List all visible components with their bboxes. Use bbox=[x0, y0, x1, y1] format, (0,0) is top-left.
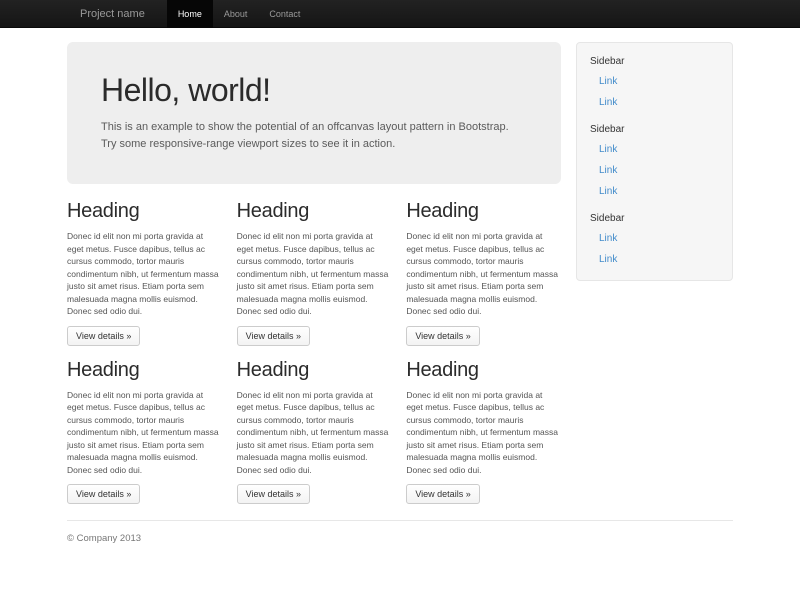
page-title: Hello, world! bbox=[101, 72, 527, 108]
copyright-text: © Company 2013 bbox=[67, 533, 733, 544]
content-card: Heading Donec id elit non mi porta gravi… bbox=[67, 358, 222, 505]
card-heading: Heading bbox=[406, 358, 561, 383]
content-card: Heading Donec id elit non mi porta gravi… bbox=[67, 199, 222, 346]
main-column: Hello, world! This is an example to show… bbox=[67, 42, 561, 504]
content-card: Heading Donec id elit non mi porta gravi… bbox=[237, 358, 392, 505]
sidebar-link[interactable]: Link bbox=[590, 71, 719, 92]
view-details-button[interactable]: View details » bbox=[237, 484, 310, 504]
sidebar-link[interactable]: Link bbox=[590, 249, 719, 270]
view-details-button[interactable]: View details » bbox=[406, 484, 479, 504]
sidebar-link[interactable]: Link bbox=[590, 139, 719, 160]
cards-grid: Heading Donec id elit non mi porta gravi… bbox=[67, 199, 561, 504]
card-body-text: Donec id elit non mi porta gravida at eg… bbox=[67, 389, 222, 477]
page-container: Hello, world! This is an example to show… bbox=[67, 42, 733, 564]
card-heading: Heading bbox=[406, 199, 561, 224]
sidebar-group: Sidebar Link Link Link bbox=[590, 121, 719, 202]
content-card: Heading Donec id elit non mi porta gravi… bbox=[237, 199, 392, 346]
card-body-text: Donec id elit non mi porta gravida at eg… bbox=[406, 230, 561, 318]
nav-link-home[interactable]: Home bbox=[167, 0, 213, 28]
sidebar: Sidebar Link Link Sidebar Link Link Link… bbox=[576, 42, 733, 281]
card-body-text: Donec id elit non mi porta gravida at eg… bbox=[67, 230, 222, 318]
sidebar-heading: Sidebar bbox=[590, 53, 719, 71]
sidebar-group: Sidebar Link Link bbox=[590, 53, 719, 113]
footer: © Company 2013 bbox=[67, 520, 733, 564]
card-heading: Heading bbox=[67, 199, 222, 224]
view-details-button[interactable]: View details » bbox=[67, 326, 140, 346]
top-navbar: Project name Home About Contact bbox=[0, 0, 800, 28]
sidebar-link[interactable]: Link bbox=[590, 160, 719, 181]
card-body-text: Donec id elit non mi porta gravida at eg… bbox=[406, 389, 561, 477]
sidebar-heading: Sidebar bbox=[590, 121, 719, 139]
nav-link-contact[interactable]: Contact bbox=[258, 0, 311, 28]
nav-item-contact[interactable]: Contact bbox=[258, 0, 311, 27]
jumbotron-description: This is an example to show the potential… bbox=[101, 119, 521, 152]
nav-item-home[interactable]: Home bbox=[167, 0, 213, 27]
content-card: Heading Donec id elit non mi porta gravi… bbox=[406, 358, 561, 505]
view-details-button[interactable]: View details » bbox=[406, 326, 479, 346]
nav-item-about[interactable]: About bbox=[213, 0, 259, 27]
view-details-button[interactable]: View details » bbox=[237, 326, 310, 346]
sidebar-heading: Sidebar bbox=[590, 210, 719, 228]
card-heading: Heading bbox=[237, 358, 392, 383]
card-body-text: Donec id elit non mi porta gravida at eg… bbox=[237, 389, 392, 477]
card-heading: Heading bbox=[67, 358, 222, 383]
nav-link-about[interactable]: About bbox=[213, 0, 259, 28]
card-heading: Heading bbox=[237, 199, 392, 224]
view-details-button[interactable]: View details » bbox=[67, 484, 140, 504]
navbar-menu: Home About Contact bbox=[167, 0, 312, 27]
sidebar-link[interactable]: Link bbox=[590, 92, 719, 113]
sidebar-group: Sidebar Link Link bbox=[590, 210, 719, 270]
card-body-text: Donec id elit non mi porta gravida at eg… bbox=[237, 230, 392, 318]
content-card: Heading Donec id elit non mi porta gravi… bbox=[406, 199, 561, 346]
sidebar-link[interactable]: Link bbox=[590, 228, 719, 249]
sidebar-link[interactable]: Link bbox=[590, 181, 719, 202]
jumbotron: Hello, world! This is an example to show… bbox=[67, 42, 561, 184]
brand-link[interactable]: Project name bbox=[67, 0, 167, 27]
